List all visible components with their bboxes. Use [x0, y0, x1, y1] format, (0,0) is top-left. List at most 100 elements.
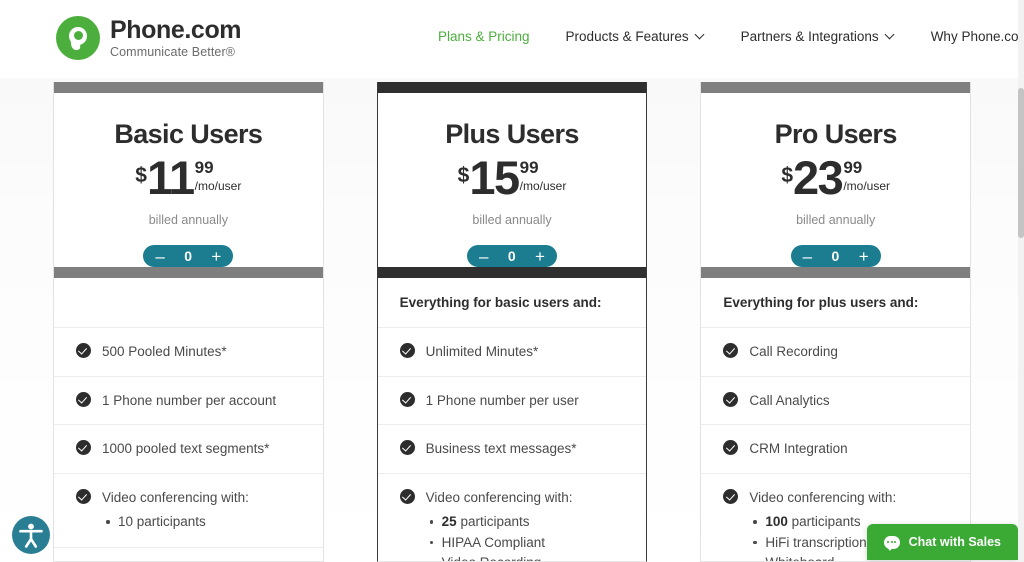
feature-label: CRM Integration [749, 441, 848, 457]
brand-logo[interactable]: Phone.com Communicate Better® [56, 15, 242, 60]
nav-item-products-features[interactable]: Products & Features [548, 29, 723, 44]
price-side: 99 /mo/user [195, 159, 242, 192]
plan-title: Plus Users [445, 119, 579, 149]
decrement-button[interactable]: – [155, 248, 164, 265]
plan-title: Basic Users [114, 119, 263, 149]
feature-sub-label: participants [787, 514, 861, 530]
plan-card-plus: Plus Users $ 15 99 /mo/user billed annua… [376, 82, 648, 562]
price-cents: 99 [843, 158, 863, 177]
feature-label: 1000 pooled text segments* [102, 441, 270, 457]
billing-note: billed annually [148, 213, 228, 227]
plan-header-pro: Pro Users $ 23 99 /mo/user billed annual… [700, 82, 972, 278]
chat-label: Chat with Sales [908, 535, 1001, 549]
main-navigation: Plans & Pricing Products & Features Part… [420, 29, 1024, 44]
plan-price: $ 11 99 /mo/user [135, 154, 241, 201]
nav-item-why-phone[interactable]: Why Phone.com? [913, 29, 1024, 44]
phone-pin-logo-icon [56, 16, 100, 60]
nav-item-partners-integrations[interactable]: Partners & Integrations [723, 29, 913, 44]
brand-tagline: Communicate Better® [110, 45, 236, 60]
plan-inherit-header [54, 278, 323, 328]
feature-sub-emphasis: 100 [765, 514, 788, 530]
feature-row: CRM Integration [701, 425, 971, 474]
check-icon [399, 488, 415, 504]
brand-name: Phone.com [110, 15, 242, 44]
price-currency: $ [781, 164, 794, 187]
feature-group: Video conferencing with: 25 participants… [426, 488, 573, 561]
plan-features-pro: Everything for plus users and: Call Reco… [700, 278, 972, 562]
feature-sub-item: 10 participants [102, 512, 249, 532]
price-currency: $ [457, 164, 470, 187]
nav-item-label: Why Phone.com? [930, 29, 1024, 44]
check-icon [723, 488, 739, 504]
feature-row: 1000 pooled text segments* [54, 425, 323, 474]
billing-note: billed annually [472, 213, 552, 227]
feature-sub-label: HIPAA Compliant [441, 534, 545, 550]
feature-sub-emphasis: 25 [441, 514, 457, 530]
brand-text: Phone.com Communicate Better® [110, 15, 242, 60]
plan-price: $ 23 99 /mo/user [781, 154, 890, 201]
plan-price: $ 15 99 /mo/user [458, 154, 567, 201]
quantity-value: 0 [507, 248, 516, 264]
page-scrollbar-thumb[interactable] [1018, 88, 1024, 238]
nav-item-label: Products & Features [565, 29, 689, 44]
quantity-stepper-basic[interactable]: – 0 + [143, 245, 234, 267]
feature-row: Call Analytics [701, 377, 971, 426]
chevron-down-icon [696, 31, 705, 40]
quantity-value: 0 [831, 248, 840, 264]
price-period: /mo/user [194, 179, 242, 193]
nav-item-label: Partners & Integrations [740, 29, 879, 44]
feature-row: Unlimited Minutes* [377, 328, 647, 377]
nav-item-plans-pricing[interactable]: Plans & Pricing [420, 29, 548, 44]
price-side: 99 /mo/user [843, 159, 890, 192]
price-period: /mo/user [843, 179, 890, 193]
check-icon [399, 440, 415, 456]
decrement-button[interactable]: – [479, 248, 488, 265]
feature-row: Mobile and Web [54, 548, 323, 562]
page-scrollbar-track[interactable] [1018, 0, 1024, 562]
plan-header-plus: Plus Users $ 15 99 /mo/user billed annua… [376, 82, 648, 278]
feature-label: Call Recording [749, 344, 838, 359]
plan-features-basic: 500 Pooled Minutes* 1 Phone number per a… [53, 278, 324, 562]
increment-button[interactable]: + [211, 248, 221, 265]
chevron-down-icon [886, 31, 895, 40]
plan-accent-bar-bottom [701, 267, 971, 278]
price-cents: 99 [519, 158, 539, 177]
feature-row: 1 Phone number per user [377, 377, 647, 426]
check-icon [399, 391, 415, 407]
check-icon [399, 343, 415, 358]
site-header: Phone.com Communicate Better® Plans & Pr… [0, 0, 1024, 78]
feature-sub-list: 25 participants HIPAA Compliant Video Re… [426, 512, 573, 561]
check-icon [76, 391, 91, 407]
quantity-stepper-pro[interactable]: – 0 + [790, 245, 881, 267]
plan-title: Pro Users [774, 119, 898, 149]
chat-bubble-icon [883, 535, 900, 551]
feature-sub-item: 25 participants [426, 512, 573, 532]
plan-accent-bar-top [701, 82, 971, 93]
feature-label: Call Analytics [749, 392, 830, 408]
feature-label: Business text messages* [425, 441, 577, 457]
check-icon [723, 440, 739, 456]
feature-sub-item: HIPAA Compliant [426, 533, 573, 553]
feature-label: Video conferencing with: [749, 489, 897, 505]
feature-sub-label: participants [456, 514, 530, 530]
accessibility-button[interactable] [12, 516, 50, 554]
plan-accent-bar-bottom [54, 267, 323, 278]
quantity-value: 0 [184, 248, 192, 264]
check-icon [76, 440, 91, 456]
price-amount: 23 [793, 151, 844, 204]
quantity-stepper-plus[interactable]: – 0 + [467, 245, 557, 267]
chat-with-sales-button[interactable]: Chat with Sales [866, 524, 1018, 560]
feature-row: Call Recording [701, 328, 971, 377]
check-icon [76, 343, 91, 358]
increment-button[interactable]: + [859, 248, 869, 265]
plan-accent-bar-bottom [377, 267, 647, 278]
increment-button[interactable]: + [535, 248, 545, 265]
price-amount: 11 [146, 151, 195, 204]
plan-features-plus: Everything for basic users and: Unlimite… [376, 278, 648, 562]
plan-card-pro: Pro Users $ 23 99 /mo/user billed annual… [700, 82, 972, 562]
feature-sub-item: Video Recording [426, 553, 573, 561]
logo-inner-dot [74, 31, 83, 40]
plan-accent-bar-top [377, 82, 647, 93]
feature-sub-label: Whiteboard [765, 555, 834, 561]
decrement-button[interactable]: – [803, 248, 812, 265]
